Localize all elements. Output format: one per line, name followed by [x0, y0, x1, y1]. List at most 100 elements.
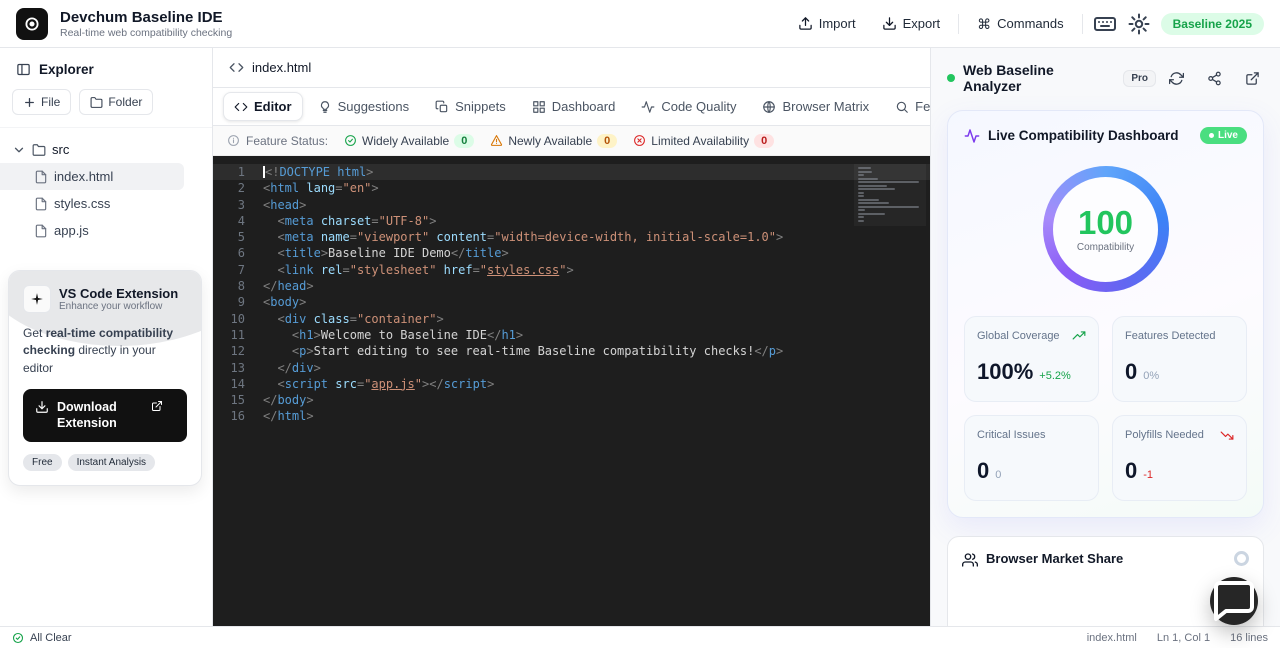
code-line-16[interactable]: 16 </html>: [213, 408, 930, 424]
chat-fab-button[interactable]: [1210, 577, 1258, 625]
line-number: 16: [230, 409, 245, 424]
stat-delta: 0%: [1143, 370, 1160, 383]
tab-editor[interactable]: Editor: [223, 92, 303, 121]
feature-status-count: 0: [754, 133, 775, 148]
stat-label: Polyfills Needed: [1125, 429, 1204, 441]
line-number: 11: [230, 327, 245, 342]
stat-label: Global Coverage: [977, 330, 1060, 342]
gear-icon: [1128, 13, 1150, 34]
chevron-down-icon: [12, 143, 26, 157]
compatibility-dashboard-card: Live Compatibility Dashboard Live 100 Co…: [947, 110, 1264, 518]
code-icon: [234, 100, 248, 114]
commands-button[interactable]: ⌘ Commands: [969, 10, 1071, 37]
code-text: <script src="app.js"></script>: [277, 376, 495, 391]
tab-snippets[interactable]: Snippets: [424, 92, 517, 121]
code-line-1[interactable]: 1 <!DOCTYPE html>: [213, 164, 930, 181]
code-line-5[interactable]: 5 <meta name="viewport" content="width=d…: [213, 229, 930, 245]
code-text: </html>: [263, 409, 314, 424]
file-item-styles.css[interactable]: styles.css: [0, 190, 184, 217]
dashboard-icon: [532, 100, 546, 114]
app-logo: [16, 7, 48, 40]
code-text: <html lang="en">: [263, 181, 379, 196]
desc-prefix: Get: [23, 326, 46, 340]
code-line-7[interactable]: 7 <link rel="stylesheet" href="styles.cs…: [213, 262, 930, 278]
stat-card-features-detected: Features Detected 0 0%: [1112, 316, 1247, 402]
live-dot-icon: [1208, 133, 1214, 138]
download-extension-button[interactable]: Download Extension: [23, 389, 187, 442]
code-editor[interactable]: 1 <!DOCTYPE html> 2 <html lang="en"> 3 <head>…: [213, 156, 930, 626]
feature-status-items: Widely Available 0 Newly Available 0 Limited…: [344, 133, 775, 148]
gauge-ring: 100 Compatibility: [1042, 166, 1169, 292]
editor-column: index.html Editor Suggestions Snippets Dash…: [213, 48, 1012, 626]
feature-status-label: Newly Available: [508, 133, 593, 148]
editor-minimap[interactable]: [854, 164, 926, 226]
stat-label: Critical Issues: [977, 429, 1046, 441]
new-file-button[interactable]: File: [12, 89, 72, 115]
open-external-button[interactable]: [1240, 66, 1264, 90]
code-line-8[interactable]: 8 </head>: [213, 278, 930, 294]
code-line-9[interactable]: 9 <body>: [213, 294, 930, 310]
header-actions: Import Export ⌘ Commands Baseline 2025: [790, 10, 1264, 37]
users-icon: [962, 552, 978, 568]
file-icon: [34, 224, 48, 238]
refresh-button[interactable]: [1164, 66, 1188, 90]
compatibility-gauge: 100 Compatibility: [964, 166, 1247, 292]
code-line-6[interactable]: 6 <title>Baseline IDE Demo</title>: [213, 245, 930, 261]
extension-subtitle: Enhance your workflow: [59, 301, 163, 312]
stat-card-critical-issues: Critical Issues 0 0: [964, 415, 1099, 501]
tab-label: Editor: [254, 99, 292, 114]
import-icon: [798, 16, 813, 31]
extension-badge: Instant Analysis: [67, 453, 156, 471]
tab-suggestions[interactable]: Suggestions: [307, 92, 421, 121]
dashboard-title: Live Compatibility Dashboard: [988, 128, 1179, 143]
baseline-badge: Baseline 2025: [1160, 12, 1264, 35]
line-number: 5: [237, 230, 245, 245]
tab-dashboard[interactable]: Dashboard: [521, 92, 627, 121]
activity-icon: [641, 100, 655, 114]
new-folder-button[interactable]: Folder: [79, 89, 154, 115]
explorer-panel-icon: [16, 62, 31, 77]
code-text: <link rel="stylesheet" href="styles.css"…: [277, 262, 574, 277]
import-button[interactable]: Import: [790, 10, 864, 37]
file-item-index.html[interactable]: index.html: [0, 163, 184, 190]
open-file-name[interactable]: index.html: [252, 60, 311, 75]
check-circle-icon: [344, 134, 357, 147]
tab-label: Snippets: [455, 99, 506, 114]
code-line-12[interactable]: 12 <p>Start editing to see real-time Bas…: [213, 343, 930, 359]
line-number: 10: [230, 311, 245, 326]
code-line-13[interactable]: 13 </div>: [213, 360, 930, 376]
code-line-11[interactable]: 11 <h1>Welcome to Baseline IDE</h1>: [213, 327, 930, 343]
tab-label: Browser Matrix: [782, 99, 870, 114]
line-number: 14: [230, 376, 245, 391]
keyboard-shortcuts-button[interactable]: [1093, 12, 1117, 36]
file-item-app.js[interactable]: app.js: [0, 217, 184, 244]
tab-browser-matrix[interactable]: Browser Matrix: [751, 92, 880, 121]
market-share-title: Browser Market Share: [986, 551, 1124, 566]
code-line-3[interactable]: 3 <head>: [213, 197, 930, 213]
stat-value: 0: [1125, 359, 1138, 385]
file-icon: [34, 170, 48, 184]
tab-code-quality[interactable]: Code Quality: [630, 92, 747, 121]
stat-delta: -1: [1143, 469, 1154, 482]
code-line-15[interactable]: 15 </body>: [213, 392, 930, 408]
stats-grid: Global Coverage 100% +5.2% Features Detecte…: [964, 316, 1247, 501]
feature-status-label: Limited Availability: [651, 133, 750, 148]
settings-button[interactable]: [1127, 12, 1151, 36]
export-button[interactable]: Export: [874, 10, 949, 37]
code-line-10[interactable]: 10 <div class="container">: [213, 311, 930, 327]
folder-icon: [90, 96, 103, 109]
code-line-2[interactable]: 2 <html lang="en">: [213, 180, 930, 196]
search-icon: [895, 100, 909, 114]
app-title: Devchum Baseline IDE: [60, 8, 223, 26]
code-line-14[interactable]: 14 <script src="app.js"></script>: [213, 376, 930, 392]
feature-status-count: 0: [597, 133, 618, 148]
share-button[interactable]: [1202, 66, 1226, 90]
folder-item-src[interactable]: src: [0, 136, 212, 163]
tab-label: Code Quality: [661, 99, 737, 114]
extension-card-header: VS Code Extension Enhance your workflow: [23, 285, 187, 313]
code-line-4[interactable]: 4 <meta charset="UTF-8">: [213, 213, 930, 229]
warning-triangle-icon: [490, 134, 503, 147]
stat-label-row: Polyfills Needed: [1125, 428, 1234, 442]
stat-value-row: 00: [977, 458, 1086, 484]
app-window: Devchum Baseline IDE Real-time web compa…: [0, 0, 1280, 648]
